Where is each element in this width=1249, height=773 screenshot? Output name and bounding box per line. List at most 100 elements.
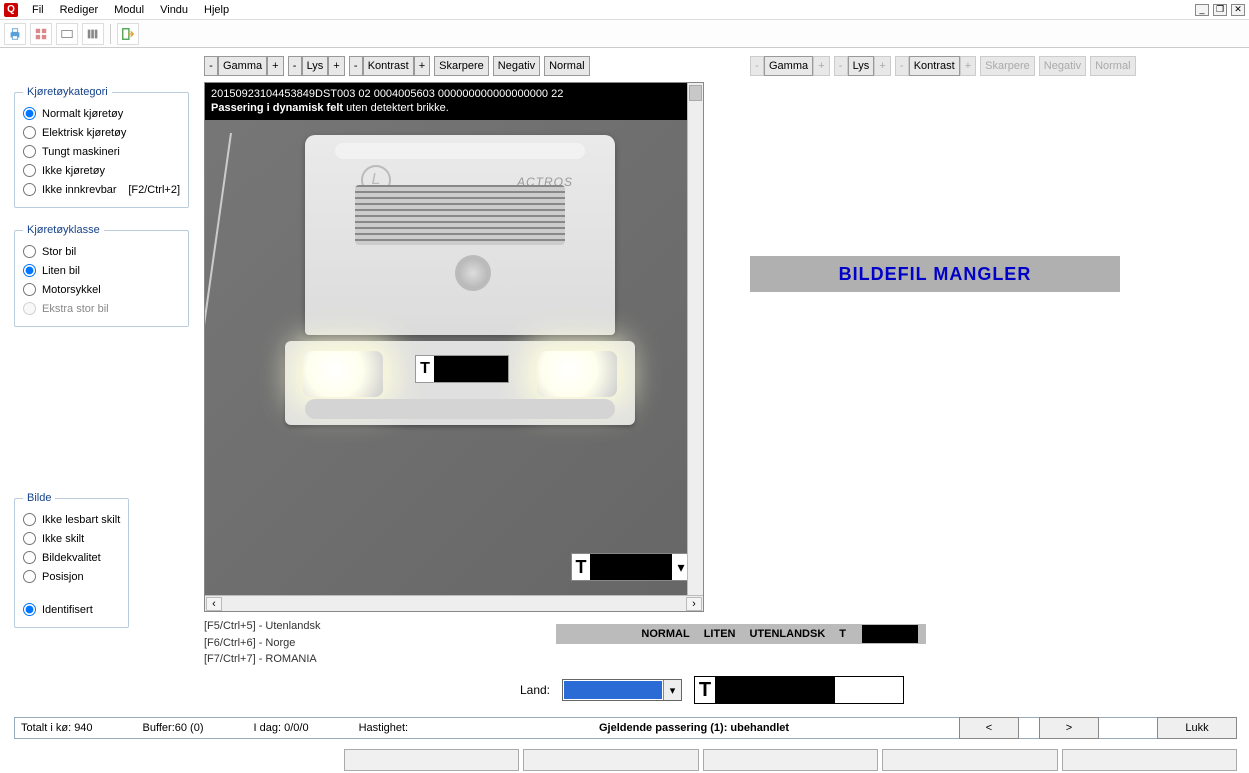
kontrast-label: Kontrast [363,56,414,76]
taskbar-row [40,749,1237,771]
radio-elektrisk-input[interactable] [23,126,36,139]
radio-identifisert[interactable]: Identifisert [23,600,120,619]
image-hscroll[interactable]: ‹› [205,595,703,611]
lys-plus-r[interactable]: + [874,56,890,76]
radio-ikke-kjoretoy-label: Ikke kjøretøy [42,165,105,177]
overlay-line2b: uten detektert brikke. [343,102,449,114]
kontrast-plus-r[interactable]: + [960,56,976,76]
summary-utenlandsk: UTENLANDSK [749,628,825,640]
lys-minus[interactable]: - [288,56,302,76]
radio-ikke-lesbart[interactable]: Ikke lesbart skilt [23,510,120,529]
radio-ikke-skilt-input[interactable] [23,532,36,545]
radio-tungt[interactable]: Tungt maskineri [23,142,180,161]
maximize-button[interactable]: ❐ [1213,4,1227,16]
radio-ikke-skilt[interactable]: Ikke skilt [23,529,120,548]
main-content: Kjøretøykategori Normalt kjøretøy Elektr… [0,48,1249,713]
scroll-left-icon[interactable]: ‹ [206,597,222,611]
negativ-button[interactable]: Negativ [493,56,540,76]
negativ-button-r[interactable]: Negativ [1039,56,1086,76]
lukk-button[interactable]: Lukk [1157,717,1237,739]
radio-posisjon[interactable]: Posisjon [23,567,120,586]
summary-plate-black [862,625,918,643]
plate-input-black [715,677,835,703]
summary-liten: LITEN [704,628,736,640]
radio-elektrisk-label: Elektrisk kjøretøy [42,127,126,139]
radio-storbil[interactable]: Stor bil [23,242,180,261]
menu-hjelp[interactable]: Hjelp [196,4,237,16]
radio-storbil-input[interactable] [23,245,36,258]
plate-letter: T [416,356,434,382]
close-window-button[interactable]: ✕ [1231,4,1245,16]
menu-rediger[interactable]: Rediger [52,4,107,16]
taskbar-slot[interactable] [523,749,698,771]
plate-input[interactable]: T [694,676,904,704]
gamma-minus-r[interactable]: - [750,56,764,76]
gamma-label-r: Gamma [764,56,813,76]
columns-icon[interactable] [82,23,104,45]
radio-motorsykkel-input[interactable] [23,283,36,296]
shortcut-f7: [F7/Ctrl+7] - ROMANIA [204,651,724,668]
chevron-down-icon[interactable]: ▾ [663,680,681,700]
lys-label: Lys [302,56,329,76]
radio-bildekvalitet[interactable]: Bildekvalitet [23,548,120,567]
mini-plate[interactable]: T ▾ [571,553,691,581]
exit-icon[interactable] [117,23,139,45]
grid-icon[interactable] [30,23,52,45]
radio-litenbil[interactable]: Liten bil [23,261,180,280]
land-dropdown[interactable]: ▾ [562,679,682,701]
radio-motorsykkel[interactable]: Motorsykkel [23,280,180,299]
lys-minus-r[interactable]: - [834,56,848,76]
radio-tungt-label: Tungt maskineri [42,146,120,158]
radio-identifisert-input[interactable] [23,603,36,616]
radio-identifisert-label: Identifisert [42,604,93,616]
taskbar-slot[interactable] [1062,749,1237,771]
gamma-minus[interactable]: - [204,56,218,76]
lys-plus[interactable]: + [328,56,344,76]
taskbar-slot[interactable] [344,749,519,771]
radio-ikke-innkrevbar-input[interactable] [23,183,36,196]
normal-button[interactable]: Normal [544,56,589,76]
menu-fil[interactable]: Fil [24,4,52,16]
radio-litenbil-label: Liten bil [42,265,80,277]
summary-bar: NORMAL LITEN UTENLANDSK T [556,624,926,644]
gamma-plus-r[interactable]: + [813,56,829,76]
radio-normalt[interactable]: Normalt kjøretøy [23,104,180,123]
radio-tungt-input[interactable] [23,145,36,158]
next-button[interactable]: > [1039,717,1099,739]
gamma-plus[interactable]: + [267,56,283,76]
radio-ikke-innkrevbar-label: Ikke innkrevbar [42,184,117,196]
print-icon[interactable] [4,23,26,45]
scroll-right-icon[interactable]: › [686,597,702,611]
kontrast-plus[interactable]: + [414,56,430,76]
menubar: Q Fil Rediger Modul Vindu Hjelp _ ❐ ✕ [0,0,1249,20]
radio-posisjon-input[interactable] [23,570,36,583]
minimize-button[interactable]: _ [1195,4,1209,16]
normal-button-r[interactable]: Normal [1090,56,1135,76]
image-vscroll[interactable] [687,83,703,595]
prev-button[interactable]: < [959,717,1019,739]
radio-litenbil-input[interactable] [23,264,36,277]
menu-modul[interactable]: Modul [106,4,152,16]
panel-icon[interactable] [56,23,78,45]
vehicle-image[interactable]: L ACTROS T 20150923104453849DST003 02 0 [204,82,704,612]
kontrast-minus-r[interactable]: - [895,56,909,76]
radio-ikke-kjoretoy[interactable]: Ikke kjøretøy [23,161,180,180]
radio-ikke-kjoretoy-input[interactable] [23,164,36,177]
plate-redacted [434,356,508,382]
radio-ekstra-storbil: Ekstra stor bil [23,299,180,318]
center-image-area: -Gamma+ -Lys+ -Kontrast+ Skarpere Negati… [204,56,724,668]
kontrast-minus[interactable]: - [349,56,363,76]
menu-vindu[interactable]: Vindu [152,4,196,16]
radio-ikke-lesbart-input[interactable] [23,513,36,526]
radio-elektrisk[interactable]: Elektrisk kjøretøy [23,123,180,142]
skarpere-button[interactable]: Skarpere [434,56,489,76]
status-idag: I dag: 0/0/0 [254,722,309,734]
right-image-area: -Gamma+ -Lys+ -Kontrast+ Skarpere Negati… [750,56,1220,292]
taskbar-slot[interactable] [703,749,878,771]
radio-bildekvalitet-input[interactable] [23,551,36,564]
taskbar-slot[interactable] [882,749,1057,771]
land-selected [564,681,662,699]
radio-normalt-input[interactable] [23,107,36,120]
radio-ikke-innkrevbar[interactable]: Ikke innkrevbar[F2/Ctrl+2] [23,180,180,199]
skarpere-button-r[interactable]: Skarpere [980,56,1035,76]
